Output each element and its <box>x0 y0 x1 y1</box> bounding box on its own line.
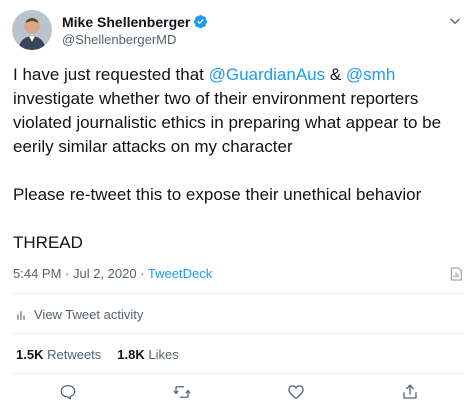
divider <box>12 293 464 294</box>
tweet-meta: 5:44 PM · Jul 2, 2020 · TweetDeck <box>13 266 212 281</box>
tweet-text-segment: investigate whether two of their environ… <box>13 89 442 156</box>
reply-icon[interactable] <box>57 381 79 403</box>
heart-icon[interactable] <box>285 381 307 403</box>
meta-separator: · <box>136 266 148 281</box>
retweets-label: Retweets <box>47 347 102 362</box>
retweet-icon[interactable] <box>171 381 193 403</box>
tweet-actions <box>0 381 476 407</box>
verified-badge-icon <box>193 14 208 29</box>
retweets-count: 1.5K <box>16 347 44 362</box>
tweet-text: I have just requested that @GuardianAus … <box>13 63 469 255</box>
share-icon[interactable] <box>399 381 421 403</box>
chevron-down-icon[interactable] <box>446 12 464 30</box>
author-names: Mike Shellenberger @ShellenbergerMD <box>62 14 208 47</box>
tweet-card: Mike Shellenberger @ShellenbergerMD I ha… <box>0 0 476 416</box>
tweet-source[interactable]: TweetDeck <box>148 266 212 281</box>
avatar[interactable] <box>12 10 52 50</box>
view-tweet-activity-link[interactable]: View Tweet activity <box>16 307 143 322</box>
divider <box>12 333 464 334</box>
likes-stat[interactable]: 1.8K Likes <box>117 347 178 362</box>
view-tweet-activity-label: View Tweet activity <box>34 307 144 322</box>
tweet-timestamp[interactable]: 5:44 PM · Jul 2, 2020 <box>13 266 137 281</box>
name-row: Mike Shellenberger <box>62 14 208 30</box>
bar-chart-icon <box>17 310 25 320</box>
mention-smh[interactable]: @smh <box>346 65 395 84</box>
tweet-analytics-icon[interactable] <box>448 266 464 282</box>
tweet-paragraph-1: I have just requested that @GuardianAus … <box>13 63 469 159</box>
tweet-stats: 1.5K Retweets 1.8K Likes <box>16 347 195 362</box>
author-handle[interactable]: @ShellenbergerMD <box>62 32 208 47</box>
tweet-paragraph-2: Please re-tweet this to expose their une… <box>13 185 422 204</box>
mention-guardianaus[interactable]: @GuardianAus <box>209 65 326 84</box>
retweets-stat[interactable]: 1.5K Retweets <box>16 347 101 362</box>
tweet-paragraph-3: THREAD <box>13 233 83 252</box>
divider <box>12 373 464 374</box>
tweet-header: Mike Shellenberger @ShellenbergerMD <box>12 10 208 50</box>
likes-count: 1.8K <box>117 347 145 362</box>
author-display-name[interactable]: Mike Shellenberger <box>62 14 190 30</box>
tweet-text-segment: I have just requested that <box>13 65 209 84</box>
tweet-text-segment: & <box>325 65 346 84</box>
likes-label: Likes <box>148 347 179 362</box>
